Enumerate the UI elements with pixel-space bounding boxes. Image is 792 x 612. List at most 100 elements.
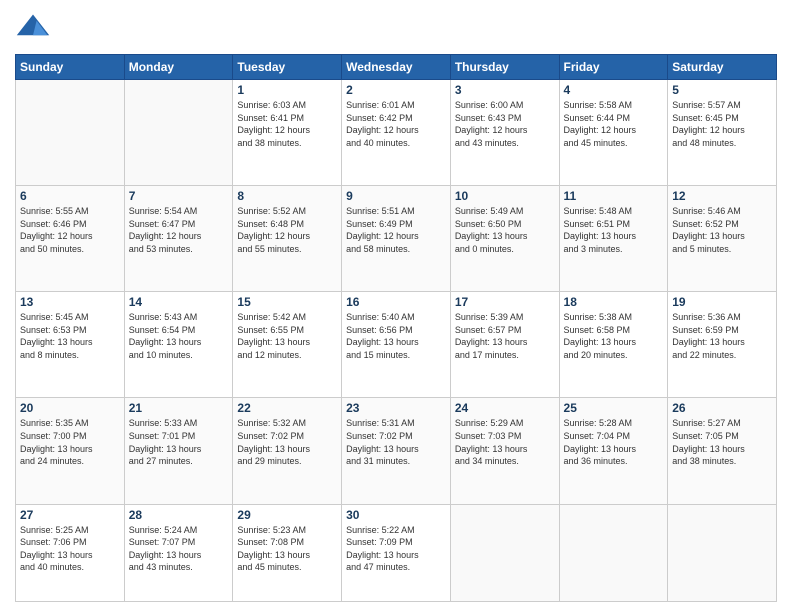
calendar-cell [668, 504, 777, 601]
day-info: Sunrise: 5:58 AMSunset: 6:44 PMDaylight:… [564, 99, 664, 149]
calendar-cell: 14 Sunrise: 5:43 AMSunset: 6:54 PMDayligh… [124, 292, 233, 398]
calendar-week-row: 20 Sunrise: 5:35 AMSunset: 7:00 PMDayligh… [16, 398, 777, 504]
weekday-header: Wednesday [342, 55, 451, 80]
calendar-cell [124, 80, 233, 186]
weekday-header: Friday [559, 55, 668, 80]
day-number: 24 [455, 401, 555, 415]
day-number: 2 [346, 83, 446, 97]
day-number: 3 [455, 83, 555, 97]
day-info: Sunrise: 5:45 AMSunset: 6:53 PMDaylight:… [20, 311, 120, 361]
day-info: Sunrise: 5:27 AMSunset: 7:05 PMDaylight:… [672, 417, 772, 467]
calendar-cell: 24 Sunrise: 5:29 AMSunset: 7:03 PMDayligh… [450, 398, 559, 504]
calendar-cell: 16 Sunrise: 5:40 AMSunset: 6:56 PMDayligh… [342, 292, 451, 398]
day-number: 7 [129, 189, 229, 203]
calendar-cell [16, 80, 125, 186]
calendar-cell: 23 Sunrise: 5:31 AMSunset: 7:02 PMDayligh… [342, 398, 451, 504]
day-number: 10 [455, 189, 555, 203]
day-number: 25 [564, 401, 664, 415]
day-number: 28 [129, 508, 229, 522]
day-info: Sunrise: 5:51 AMSunset: 6:49 PMDaylight:… [346, 205, 446, 255]
day-info: Sunrise: 5:48 AMSunset: 6:51 PMDaylight:… [564, 205, 664, 255]
day-number: 11 [564, 189, 664, 203]
day-number: 9 [346, 189, 446, 203]
calendar-cell: 2 Sunrise: 6:01 AMSunset: 6:42 PMDaylight… [342, 80, 451, 186]
day-info: Sunrise: 6:01 AMSunset: 6:42 PMDaylight:… [346, 99, 446, 149]
day-info: Sunrise: 5:23 AMSunset: 7:08 PMDaylight:… [237, 524, 337, 574]
day-info: Sunrise: 5:39 AMSunset: 6:57 PMDaylight:… [455, 311, 555, 361]
calendar-cell: 25 Sunrise: 5:28 AMSunset: 7:04 PMDayligh… [559, 398, 668, 504]
calendar-cell: 17 Sunrise: 5:39 AMSunset: 6:57 PMDayligh… [450, 292, 559, 398]
day-number: 21 [129, 401, 229, 415]
calendar-cell: 13 Sunrise: 5:45 AMSunset: 6:53 PMDayligh… [16, 292, 125, 398]
calendar-cell: 12Sunrise: 5:46 AMSunset: 6:52 PMDayligh… [668, 186, 777, 292]
calendar-week-row: 27 Sunrise: 5:25 AMSunset: 7:06 PMDayligh… [16, 504, 777, 601]
weekday-header: Tuesday [233, 55, 342, 80]
day-info: Sunrise: 5:35 AMSunset: 7:00 PMDaylight:… [20, 417, 120, 467]
day-number: 6 [20, 189, 120, 203]
calendar-week-row: 6 Sunrise: 5:55 AMSunset: 6:46 PMDaylight… [16, 186, 777, 292]
calendar-cell: 19 Sunrise: 5:36 AMSunset: 6:59 PMDayligh… [668, 292, 777, 398]
header [15, 10, 777, 46]
day-info: Sunrise: 5:32 AMSunset: 7:02 PMDaylight:… [237, 417, 337, 467]
calendar-cell: 15Sunrise: 5:42 AMSunset: 6:55 PMDayligh… [233, 292, 342, 398]
day-number: 23 [346, 401, 446, 415]
calendar-cell: 29 Sunrise: 5:23 AMSunset: 7:08 PMDayligh… [233, 504, 342, 601]
day-info: Sunrise: 5:36 AMSunset: 6:59 PMDaylight:… [672, 311, 772, 361]
day-info: Sunrise: 5:33 AMSunset: 7:01 PMDaylight:… [129, 417, 229, 467]
day-number: 4 [564, 83, 664, 97]
day-info: Sunrise: 5:28 AMSunset: 7:04 PMDaylight:… [564, 417, 664, 467]
day-number: 27 [20, 508, 120, 522]
day-number: 19 [672, 295, 772, 309]
day-number: 13 [20, 295, 120, 309]
calendar-table: SundayMondayTuesdayWednesdayThursdayFrid… [15, 54, 777, 602]
calendar-cell: 6 Sunrise: 5:55 AMSunset: 6:46 PMDaylight… [16, 186, 125, 292]
weekday-header-row: SundayMondayTuesdayWednesdayThursdayFrid… [16, 55, 777, 80]
day-number: 22 [237, 401, 337, 415]
day-number: 5 [672, 83, 772, 97]
day-number: 30 [346, 508, 446, 522]
day-info: Sunrise: 5:57 AMSunset: 6:45 PMDaylight:… [672, 99, 772, 149]
calendar-cell: 4 Sunrise: 5:58 AMSunset: 6:44 PMDaylight… [559, 80, 668, 186]
calendar-cell: 18Sunrise: 5:38 AMSunset: 6:58 PMDayligh… [559, 292, 668, 398]
day-info: Sunrise: 5:29 AMSunset: 7:03 PMDaylight:… [455, 417, 555, 467]
calendar-cell: 8Sunrise: 5:52 AMSunset: 6:48 PMDaylight… [233, 186, 342, 292]
logo [15, 10, 57, 46]
day-number: 16 [346, 295, 446, 309]
calendar-cell: 5 Sunrise: 5:57 AMSunset: 6:45 PMDaylight… [668, 80, 777, 186]
day-info: Sunrise: 5:55 AMSunset: 6:46 PMDaylight:… [20, 205, 120, 255]
day-number: 1 [237, 83, 337, 97]
calendar-cell: 28Sunrise: 5:24 AMSunset: 7:07 PMDayligh… [124, 504, 233, 601]
day-info: Sunrise: 5:22 AMSunset: 7:09 PMDaylight:… [346, 524, 446, 574]
calendar-cell: 1Sunrise: 6:03 AMSunset: 6:41 PMDaylight… [233, 80, 342, 186]
weekday-header: Saturday [668, 55, 777, 80]
calendar-cell: 21 Sunrise: 5:33 AMSunset: 7:01 PMDayligh… [124, 398, 233, 504]
calendar-cell: 7 Sunrise: 5:54 AMSunset: 6:47 PMDaylight… [124, 186, 233, 292]
logo-icon [15, 10, 51, 46]
day-info: Sunrise: 5:43 AMSunset: 6:54 PMDaylight:… [129, 311, 229, 361]
day-info: Sunrise: 5:54 AMSunset: 6:47 PMDaylight:… [129, 205, 229, 255]
calendar-cell: 11 Sunrise: 5:48 AMSunset: 6:51 PMDayligh… [559, 186, 668, 292]
calendar-cell [559, 504, 668, 601]
day-number: 29 [237, 508, 337, 522]
day-info: Sunrise: 5:40 AMSunset: 6:56 PMDaylight:… [346, 311, 446, 361]
calendar-cell: 9 Sunrise: 5:51 AMSunset: 6:49 PMDaylight… [342, 186, 451, 292]
page: SundayMondayTuesdayWednesdayThursdayFrid… [0, 0, 792, 612]
day-info: Sunrise: 5:31 AMSunset: 7:02 PMDaylight:… [346, 417, 446, 467]
day-number: 20 [20, 401, 120, 415]
calendar-cell: 30 Sunrise: 5:22 AMSunset: 7:09 PMDayligh… [342, 504, 451, 601]
day-info: Sunrise: 5:42 AMSunset: 6:55 PMDaylight:… [237, 311, 337, 361]
day-info: Sunrise: 6:00 AMSunset: 6:43 PMDaylight:… [455, 99, 555, 149]
weekday-header: Sunday [16, 55, 125, 80]
day-number: 17 [455, 295, 555, 309]
calendar-week-row: 1Sunrise: 6:03 AMSunset: 6:41 PMDaylight… [16, 80, 777, 186]
calendar-cell: 3 Sunrise: 6:00 AMSunset: 6:43 PMDaylight… [450, 80, 559, 186]
day-number: 26 [672, 401, 772, 415]
calendar-week-row: 13 Sunrise: 5:45 AMSunset: 6:53 PMDayligh… [16, 292, 777, 398]
weekday-header: Thursday [450, 55, 559, 80]
day-info: Sunrise: 5:46 AMSunset: 6:52 PMDaylight:… [672, 205, 772, 255]
calendar-cell: 27 Sunrise: 5:25 AMSunset: 7:06 PMDayligh… [16, 504, 125, 601]
day-number: 14 [129, 295, 229, 309]
day-info: Sunrise: 5:52 AMSunset: 6:48 PMDaylight:… [237, 205, 337, 255]
day-info: Sunrise: 5:38 AMSunset: 6:58 PMDaylight:… [564, 311, 664, 361]
day-info: Sunrise: 5:25 AMSunset: 7:06 PMDaylight:… [20, 524, 120, 574]
